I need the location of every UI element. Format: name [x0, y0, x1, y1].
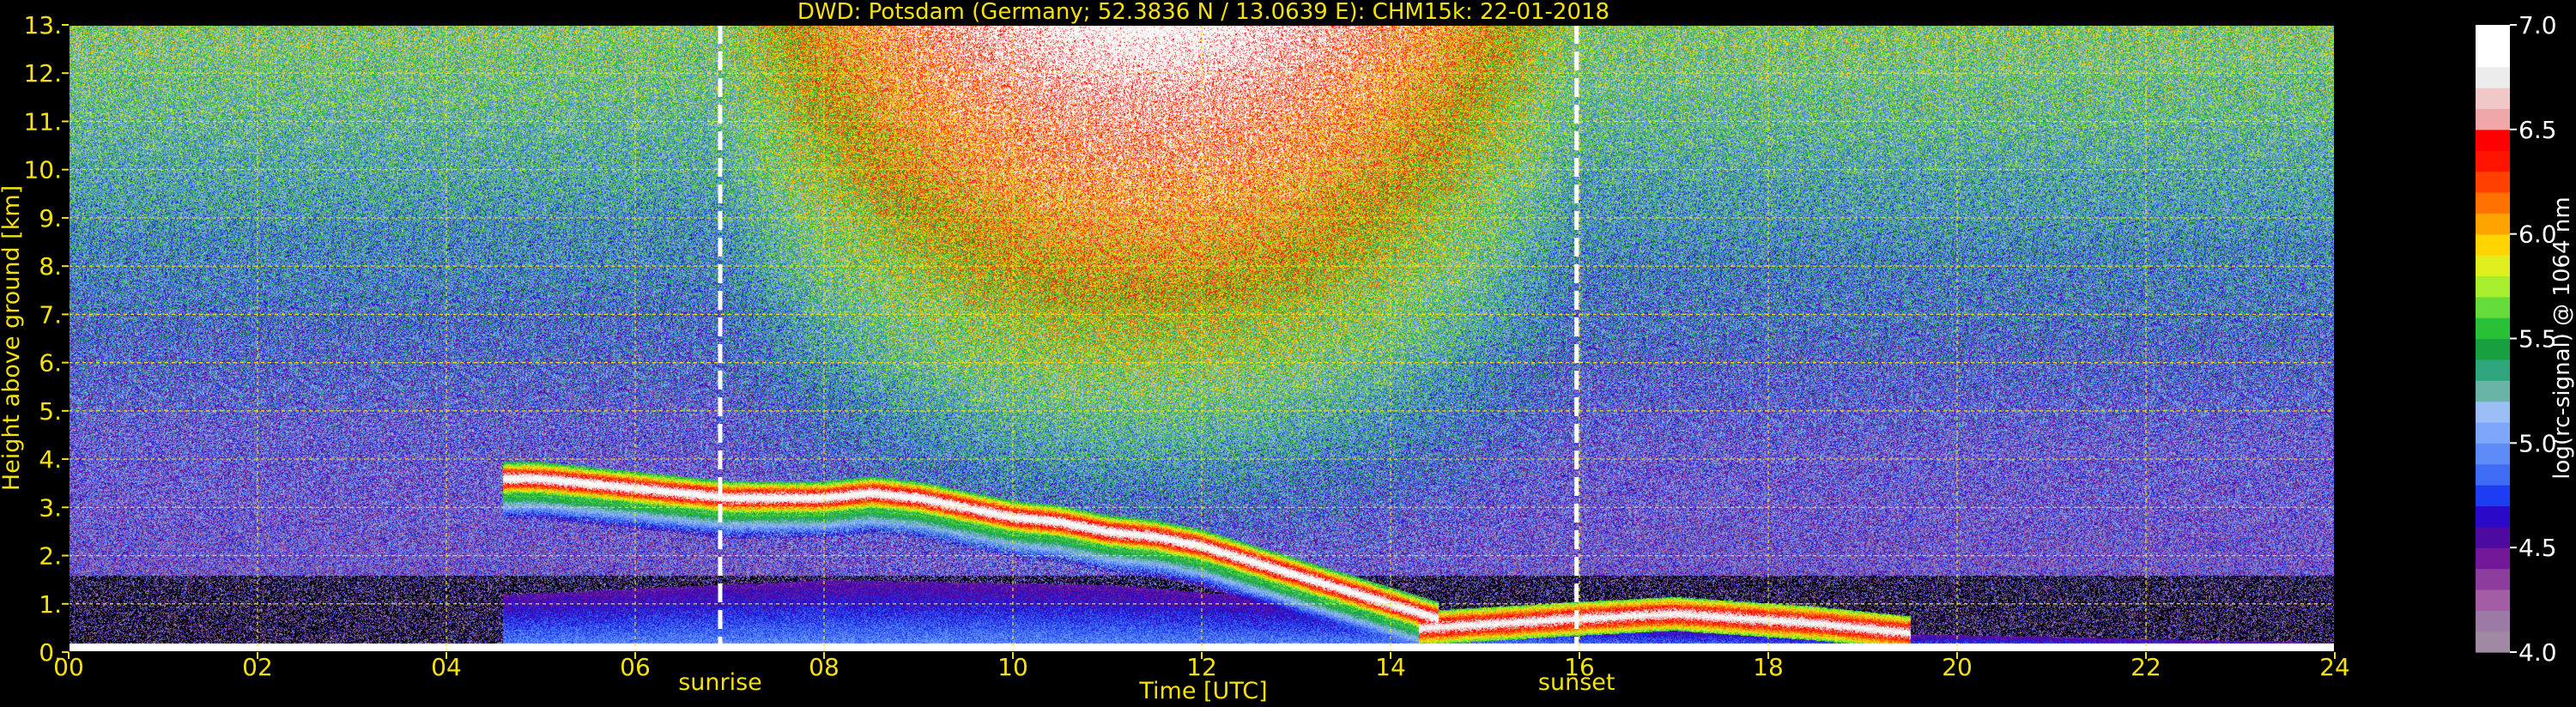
colorbar-swatch: [2476, 296, 2510, 318]
colorbar-swatch: [2476, 213, 2510, 235]
y-tick-label: 13.: [23, 11, 62, 39]
colorbar-swatch: [2476, 338, 2510, 360]
x-tick-label: 04: [431, 653, 462, 681]
x-axis-label: Time [UTC]: [1138, 678, 1267, 704]
y-tick-label: 4.: [39, 445, 62, 474]
y-tick-label: 11.: [23, 107, 62, 136]
colorbar-swatch: [2476, 275, 2510, 298]
colorbar-swatch: [2476, 191, 2510, 214]
y-tick-label: 12.: [23, 59, 62, 88]
colorbar-swatch: [2476, 171, 2510, 193]
colorbar-swatch: [2476, 380, 2510, 402]
sunrise-label: sunrise: [678, 669, 762, 696]
backscatter-heatmap: [69, 25, 2335, 652]
colorbar-swatch: [2476, 547, 2510, 570]
colorbar-tick-label: 7.0: [2518, 11, 2557, 39]
x-tick-label: 14: [1375, 653, 1406, 681]
colorbar-label: log(rc-signal) @ 1064 nm: [2549, 196, 2575, 479]
colorbar-tick-label: 4.0: [2518, 638, 2557, 667]
colorbar-swatch: [2476, 233, 2510, 256]
y-tick-label: 10.: [23, 156, 62, 184]
colorbar: 4.04.55.05.56.06.57.0: [2476, 11, 2557, 667]
colorbar-tick-label: 4.5: [2518, 534, 2557, 562]
x-tick-label: 16: [1564, 653, 1595, 681]
x-tick-label: 22: [2131, 653, 2161, 681]
y-tick-label: 0.: [39, 638, 62, 667]
colorbar-swatch: [2476, 108, 2510, 130]
colorbar-swatch: [2476, 463, 2510, 486]
colorbar-swatch: [2476, 359, 2510, 381]
colorbar-swatch: [2476, 421, 2510, 444]
colorbar-swatch: [2476, 25, 2510, 46]
x-tick-label: 08: [809, 653, 839, 681]
x-tick-label: 06: [620, 653, 651, 681]
y-tick-label: 8.: [39, 252, 62, 281]
colorbar-swatch: [2476, 66, 2510, 88]
colorbar-swatch: [2476, 150, 2510, 172]
y-tick-label: 1.: [39, 590, 62, 619]
y-tick-label: 2.: [39, 542, 62, 571]
colorbar-swatch: [2476, 526, 2510, 548]
x-tick-label: 18: [1753, 653, 1784, 681]
y-tick-label: 7.: [39, 300, 62, 329]
y-tick-label: 3.: [39, 493, 62, 522]
colorbar-swatch: [2476, 589, 2510, 611]
colorbar-swatch: [2476, 505, 2510, 528]
chart-title: DWD: Potsdam (Germany; 52.3836 N / 13.06…: [797, 0, 1609, 25]
colorbar-swatch: [2476, 317, 2510, 340]
colorbar-swatch: [2476, 568, 2510, 590]
colorbar-swatch: [2476, 610, 2510, 632]
colorbar-swatch: [2476, 631, 2510, 653]
colorbar-swatch: [2476, 45, 2510, 68]
colorbar-swatch: [2476, 401, 2510, 423]
x-tick-label: 24: [2319, 653, 2350, 681]
x-tick-label: 02: [242, 653, 273, 681]
colorbar-swatch: [2476, 255, 2510, 276]
heatmap-raster: [69, 25, 2335, 652]
y-tick-label: 5.: [39, 397, 62, 426]
y-tick-label: 9.: [39, 204, 62, 233]
colorbar-swatch: [2476, 443, 2510, 465]
lidar-ceilometer-chart: sunrise sunset 00 02 04 06 08 10 12 14 16 18 20 22 24…: [0, 0, 2575, 704]
y-tick-label: 6.: [39, 349, 62, 378]
colorbar-swatch: [2476, 485, 2510, 507]
colorbar-tick-label: 6.5: [2518, 116, 2557, 144]
y-axis-label: Height above ground [km]: [0, 185, 25, 491]
colorbar-swatch: [2476, 88, 2510, 110]
colorbar-swatch: [2476, 129, 2510, 151]
x-tick-label: 10: [997, 653, 1028, 681]
x-tick-label: 20: [1942, 653, 1973, 681]
